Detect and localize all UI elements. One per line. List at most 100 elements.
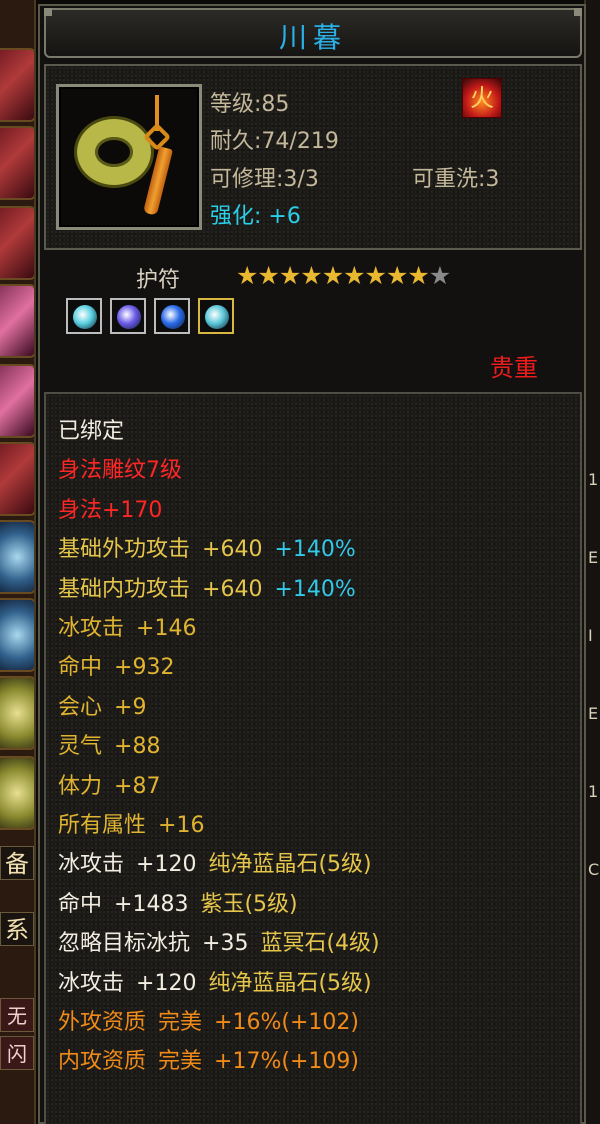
property-line: 忽略目标冰抗 +35 蓝冥石(4级) <box>58 930 380 958</box>
property-bonus: +140% <box>274 537 356 563</box>
star-filled-icon: ★ <box>236 261 259 290</box>
side-label-a: 无 <box>0 998 34 1032</box>
property-line: 身法雕纹7级 <box>58 457 182 485</box>
item-type: 护符 <box>136 268 181 293</box>
property-name: 身法+170 <box>58 497 163 523</box>
inventory-slot[interactable] <box>0 126 34 200</box>
property-value: +9 <box>114 694 147 720</box>
property-line: 冰攻击 +120 纯净蓝晶石(5级) <box>58 970 372 998</box>
star-rating: ★★★★★★★★★★ <box>236 261 452 290</box>
property-line: 所有属性 +16 <box>58 812 204 840</box>
tab-new[interactable]: 系 <box>0 912 34 946</box>
property-value: 完美 <box>158 1049 203 1075</box>
gem-source: 纯净蓝晶石(5级) <box>208 852 372 878</box>
property-line: 身法+170 <box>58 497 162 525</box>
property-value: +87 <box>114 773 161 799</box>
property-value: +640 <box>202 537 263 563</box>
tab-equipment-label: 备 <box>5 850 29 878</box>
property-value: +640 <box>202 576 263 602</box>
property-name: 冰攻击 <box>58 970 125 996</box>
property-name: 命中 <box>58 891 103 917</box>
property-value: +120 <box>136 852 197 878</box>
item-icon[interactable] <box>56 84 202 230</box>
item-rewash: 可重洗:3 <box>412 167 500 192</box>
property-line: 命中 +1483 紫玉(5级) <box>58 891 298 919</box>
property-name: 外攻资质 <box>58 1010 147 1035</box>
property-value: +1483 <box>114 891 189 917</box>
tab-new-label: 系 <box>5 916 29 944</box>
teal-gem-icon[interactable] <box>198 298 234 334</box>
property-name: 内攻资质 <box>58 1049 147 1075</box>
property-name: 冰攻击 <box>58 616 125 641</box>
property-name: 冰攻击 <box>58 852 125 878</box>
side-label-a-text: 无 <box>7 1004 27 1028</box>
item-enhance: 强化: +6 <box>210 204 301 229</box>
item-name: 川暮 <box>278 21 347 54</box>
property-name: 基础外功攻击 <box>58 537 191 563</box>
property-line: 基础外功攻击 +640 +140% <box>58 536 356 564</box>
property-line: 命中 +932 <box>58 654 174 682</box>
inventory-slot[interactable] <box>0 364 34 438</box>
violet-gem-icon[interactable] <box>110 298 146 334</box>
property-line: 灵气 +88 <box>58 733 160 761</box>
star-filled-icon: ★ <box>278 261 302 290</box>
property-value: +16%(+102) <box>214 1010 359 1035</box>
star-filled-icon: ★ <box>300 261 323 290</box>
property-value: +88 <box>114 734 161 760</box>
property-line: 体力 +87 <box>58 773 160 801</box>
property-name: 会心 <box>58 694 103 720</box>
inventory-slot[interactable] <box>0 676 34 750</box>
inventory-slot[interactable] <box>0 442 34 516</box>
star-empty-icon: ★ <box>428 261 452 290</box>
property-name: 体力 <box>58 773 103 799</box>
star-filled-icon: ★ <box>407 261 430 290</box>
property-value: +120 <box>136 970 197 996</box>
item-level: 等级:85 <box>210 92 290 117</box>
inventory-slot[interactable] <box>0 284 34 358</box>
property-value: +932 <box>114 655 175 681</box>
property-line: 内攻资质 完美 +17%(+109) <box>58 1048 359 1076</box>
gem-source: 纯净蓝晶石(5级) <box>208 970 372 996</box>
item-repairable: 可修理:3/3 <box>210 167 319 192</box>
property-value: +17%(+109) <box>214 1049 359 1075</box>
property-value: +35 <box>202 931 249 957</box>
property-name: 基础内功攻击 <box>58 576 191 602</box>
quality-badge-glyph: 火 <box>470 84 494 112</box>
side-char: E <box>588 704 599 723</box>
inventory-slot[interactable] <box>0 756 34 830</box>
side-label-b-text: 闪 <box>7 1042 27 1066</box>
property-name: 灵气 <box>58 734 103 760</box>
side-char: 1 <box>588 782 599 801</box>
side-char: I <box>588 626 593 645</box>
star-filled-icon: ★ <box>257 261 280 290</box>
side-char: 1 <box>588 470 599 489</box>
property-line: 外攻资质 完美 +16%(+102) <box>58 1009 359 1037</box>
gem-source: 蓝冥石(4级) <box>260 931 380 957</box>
title-bar: 川暮 <box>44 8 582 58</box>
quality-badge-icon: 火 <box>462 78 502 118</box>
side-char: C <box>588 860 600 879</box>
item-durability: 耐久:74/219 <box>210 129 339 154</box>
property-name: 身法雕纹7级 <box>58 458 182 484</box>
property-line: 冰攻击 +146 <box>58 615 196 643</box>
side-char: E <box>588 548 599 567</box>
property-line: 已绑定 <box>58 418 124 446</box>
star-filled-icon: ★ <box>321 261 345 290</box>
property-value: +146 <box>136 616 197 641</box>
inventory-side-panel: 备 系 无 闪 <box>0 0 36 1124</box>
cyan-gem-icon[interactable] <box>66 298 102 334</box>
property-line: 会心 +9 <box>58 694 146 722</box>
inventory-slot[interactable] <box>0 206 34 280</box>
star-filled-icon: ★ <box>343 261 366 290</box>
property-value: 完美 <box>158 1010 203 1035</box>
frame-corner <box>44 8 52 16</box>
property-name: 已绑定 <box>58 419 125 444</box>
tab-equipment[interactable]: 备 <box>0 846 34 880</box>
inventory-slot[interactable] <box>0 598 34 672</box>
property-bonus: +140% <box>274 576 356 602</box>
property-name: 命中 <box>58 655 103 681</box>
blue-gem-icon[interactable] <box>154 298 190 334</box>
inventory-slot[interactable] <box>0 520 34 594</box>
inventory-slot[interactable] <box>0 48 34 122</box>
gem-source: 紫玉(5级) <box>200 891 298 917</box>
